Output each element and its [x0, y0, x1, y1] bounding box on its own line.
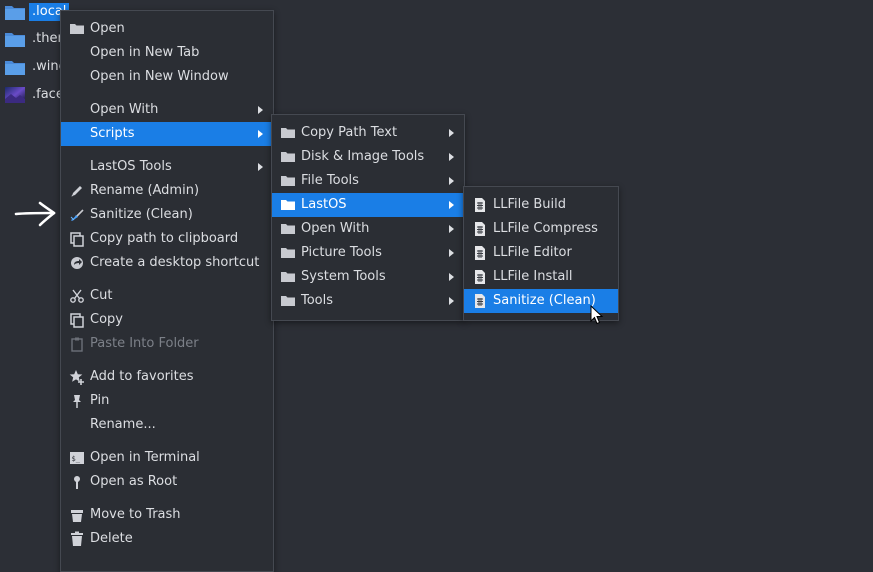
scripts-item-tools[interactable]: Tools: [272, 289, 464, 313]
scripts-submenu: Copy Path Text Disk & Image Tools File T…: [271, 114, 465, 321]
folder-icon: [281, 200, 295, 210]
folder-icon: [281, 224, 295, 234]
folder-icon: [281, 176, 295, 186]
lastos-item-llfile-editor[interactable]: LLFile Editor: [464, 241, 618, 265]
script-file-icon: [475, 198, 485, 212]
submenu-arrow-icon: [449, 177, 454, 185]
submenu-arrow-icon: [449, 273, 454, 281]
folder-icon: [281, 248, 295, 258]
context-menu: Open Open in New Tab Open in New Window …: [60, 10, 274, 572]
scripts-item-disk-image-tools[interactable]: Disk & Image Tools: [272, 145, 464, 169]
scripts-item-picture-tools[interactable]: Picture Tools: [272, 241, 464, 265]
mouse-cursor-icon: [590, 305, 604, 325]
script-file-icon: [475, 246, 485, 260]
menu-item-open-terminal[interactable]: $_ Open in Terminal: [61, 446, 273, 470]
lastos-submenu: LLFile Build LLFile Compress LLFile Edit…: [463, 186, 619, 321]
submenu-arrow-icon: [449, 153, 454, 161]
lastos-item-llfile-compress[interactable]: LLFile Compress: [464, 217, 618, 241]
menu-item-copy-path[interactable]: Copy path to clipboard: [61, 227, 273, 251]
folder-icon: [281, 128, 295, 138]
submenu-arrow-icon: [258, 130, 263, 138]
submenu-arrow-icon: [449, 249, 454, 257]
menu-item-open-new-window[interactable]: Open in New Window: [61, 65, 273, 89]
svg-text:$_: $_: [72, 455, 81, 463]
menu-item-sanitize[interactable]: Sanitize (Clean): [61, 203, 273, 227]
scripts-item-open-with[interactable]: Open With: [272, 217, 464, 241]
folder-icon: [5, 61, 25, 75]
submenu-arrow-icon: [449, 201, 454, 209]
menu-item-open-new-tab[interactable]: Open in New Tab: [61, 41, 273, 65]
menu-item-rename[interactable]: Rename...: [61, 413, 273, 437]
terminal-icon: $_: [70, 452, 84, 464]
script-file-icon: [475, 222, 485, 236]
submenu-arrow-icon: [258, 106, 263, 114]
menu-item-move-trash[interactable]: Move to Trash: [61, 503, 273, 527]
submenu-arrow-icon: [449, 297, 454, 305]
scripts-item-copy-path-text[interactable]: Copy Path Text: [272, 121, 464, 145]
folder-icon: [281, 152, 295, 162]
clipboard-icon: [71, 337, 83, 352]
menu-item-pin[interactable]: Pin: [61, 389, 273, 413]
menu-item-add-favorites[interactable]: Add to favorites: [61, 365, 273, 389]
script-file-icon: [475, 294, 485, 308]
menu-item-copy[interactable]: Copy: [61, 308, 273, 332]
menu-item-open[interactable]: Open: [61, 17, 273, 41]
copy-icon: [70, 232, 84, 247]
scripts-item-lastos[interactable]: LastOS: [272, 193, 464, 217]
menu-item-scripts[interactable]: Scripts: [61, 122, 273, 146]
trash-icon: [71, 510, 83, 522]
scripts-item-file-tools[interactable]: File Tools: [272, 169, 464, 193]
lastos-item-llfile-build[interactable]: LLFile Build: [464, 193, 618, 217]
folder-icon: [5, 6, 25, 20]
pencil-icon: [71, 186, 82, 197]
submenu-arrow-icon: [258, 163, 263, 171]
script-file-icon: [475, 270, 485, 284]
menu-item-open-root[interactable]: Open as Root: [61, 470, 273, 494]
submenu-arrow-icon: [449, 225, 454, 233]
folder-open-icon: [70, 24, 84, 34]
menu-item-paste-into-folder[interactable]: Paste Into Folder: [61, 332, 273, 356]
delete-icon: [71, 531, 83, 546]
scripts-item-system-tools[interactable]: System Tools: [272, 265, 464, 289]
menu-item-rename-admin[interactable]: Rename (Admin): [61, 179, 273, 203]
menu-item-cut[interactable]: Cut: [61, 284, 273, 308]
key-icon: [74, 476, 80, 489]
annotation-arrow-icon: [14, 201, 56, 227]
menu-item-desktop-shortcut[interactable]: Create a desktop shortcut: [61, 251, 273, 275]
menu-item-lastos-tools[interactable]: LastOS Tools: [61, 155, 273, 179]
shortcut-icon: [71, 257, 83, 269]
menu-item-open-with[interactable]: Open With: [61, 98, 273, 122]
menu-item-delete[interactable]: Delete: [61, 527, 273, 551]
submenu-arrow-icon: [449, 129, 454, 137]
star-add-icon: [69, 370, 84, 385]
broom-icon: [70, 209, 84, 221]
folder-icon: [281, 296, 295, 306]
copy-icon: [70, 313, 84, 328]
folder-icon: [281, 272, 295, 282]
pin-icon: [73, 395, 81, 408]
image-icon: [5, 87, 25, 103]
folder-icon: [5, 33, 25, 47]
scissors-icon: [70, 289, 84, 303]
lastos-item-llfile-install[interactable]: LLFile Install: [464, 265, 618, 289]
